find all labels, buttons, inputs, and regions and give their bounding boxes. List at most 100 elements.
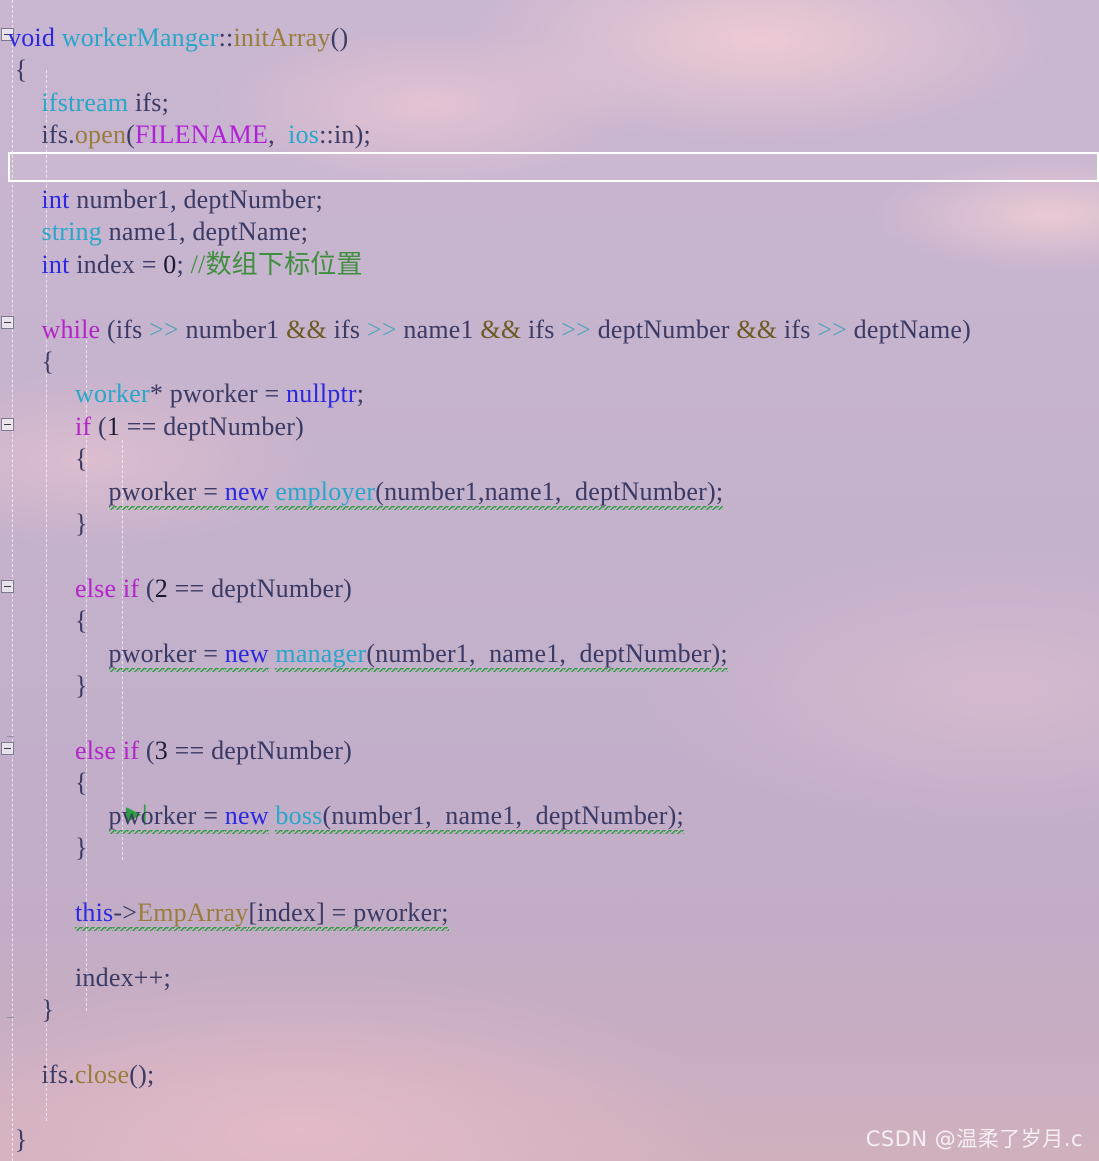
code-line[interactable]	[8, 700, 1099, 736]
code-token: 0	[163, 249, 177, 279]
code-token: {	[8, 444, 88, 474]
code-line[interactable]	[8, 1024, 1099, 1060]
code-token: //数组下标位置	[190, 249, 363, 279]
code-line[interactable]: else if (2 == deptNumber)	[8, 571, 1099, 607]
code-token: in	[333, 120, 355, 150]
code-token: string	[41, 217, 102, 247]
code-line[interactable]: ifs.open(FILENAME, ios::in);	[8, 117, 1099, 153]
code-line[interactable]: int number1, deptNumber;	[8, 182, 1099, 218]
code-token: ios	[288, 120, 320, 150]
code-token: ;	[356, 379, 365, 409]
code-line[interactable]: pworker = new boss(number1, name1, deptN…	[8, 798, 1099, 835]
code-token: number1, deptNumber;	[69, 185, 323, 214]
code-line[interactable]: {	[8, 603, 1099, 639]
code-token: deptNumber	[591, 314, 737, 344]
code-line[interactable]: else if (3 == deptNumber)	[8, 733, 1099, 769]
code-token: }	[8, 671, 88, 700]
code-line[interactable]: worker* pworker = nullptr;	[8, 376, 1099, 412]
code-line[interactable]	[8, 279, 1099, 315]
code-line[interactable]: {	[8, 52, 1099, 88]
code-token: >>	[149, 314, 179, 344]
code-line[interactable]: this->EmpArray[index] = pworker;	[8, 895, 1099, 932]
code-line[interactable]: while (ifs >> number1 && ifs >> name1 &&…	[8, 312, 1099, 348]
code-token: ifstream	[41, 87, 129, 117]
code-line[interactable]: int index = 0; //数组下标位置	[8, 247, 1099, 283]
code-line[interactable]: string name1, deptName;	[8, 214, 1099, 250]
code-token: worker	[75, 379, 150, 409]
code-line[interactable]: index++;	[8, 960, 1099, 996]
code-token: name1, deptName;	[101, 217, 309, 247]
code-line[interactable]: }	[8, 830, 1099, 866]
code-line[interactable]: {	[8, 344, 1099, 380]
code-token: );	[354, 120, 371, 150]
code-token: int	[41, 249, 70, 279]
code-line[interactable]: ifstream ifs;	[8, 85, 1099, 121]
code-token: void	[8, 23, 62, 52]
code-token: nullptr	[286, 379, 357, 409]
code-token: (	[126, 120, 136, 150]
code-token: >>	[366, 314, 397, 344]
code-token: deptName)	[846, 314, 971, 344]
code-token: ifs	[326, 314, 367, 344]
code-token: index =	[69, 249, 164, 279]
code-token: workerManger	[61, 23, 219, 52]
code-line[interactable]: {	[8, 765, 1099, 801]
code-token: number1	[178, 314, 287, 344]
code-token: (	[91, 411, 107, 441]
code-line[interactable]: pworker = new employer(number1,name1, de…	[8, 474, 1099, 511]
code-editor[interactable]: ▶| void workerManger::initArray() { ifst…	[0, 0, 1099, 1161]
code-token: ::	[218, 23, 234, 52]
code-line[interactable]	[8, 538, 1099, 574]
code-token: {	[8, 606, 88, 636]
code-line[interactable]: if (1 == deptNumber)	[8, 409, 1099, 445]
code-token: while	[41, 314, 101, 344]
code-line[interactable]	[8, 862, 1099, 898]
code-token: 1	[106, 411, 121, 441]
code-token: ::	[319, 120, 334, 150]
code-token: (ifs	[100, 314, 150, 344]
code-line[interactable]	[8, 150, 1099, 186]
code-token: &&	[480, 314, 522, 344]
code-line[interactable]: }	[8, 992, 1099, 1028]
code-line[interactable]: ifs.close();	[8, 1057, 1099, 1093]
code-line[interactable]: pworker = new manager(number1, name1, de…	[8, 636, 1099, 673]
code-token: >>	[561, 314, 591, 344]
code-token: 2	[154, 573, 168, 603]
code-token: }	[8, 833, 88, 862]
code-line[interactable]: {	[8, 441, 1099, 477]
code-token: &&	[736, 314, 778, 344]
code-token: else if	[75, 735, 140, 765]
code-token: == deptNumber)	[120, 411, 305, 441]
code-line[interactable]: }	[8, 668, 1099, 704]
code-line[interactable]: }	[8, 506, 1099, 542]
code-token: ifs	[777, 314, 818, 344]
code-token: }	[8, 995, 55, 1024]
code-token: ()	[330, 23, 349, 52]
code-line[interactable]	[8, 927, 1099, 963]
code-token: int	[41, 185, 70, 214]
code-token: ifs;	[128, 87, 170, 117]
code-line[interactable]: void workerManger::initArray()	[8, 20, 1099, 56]
code-token: {	[8, 347, 55, 376]
watermark: CSDN @温柔了岁月.c	[865, 1127, 1083, 1151]
code-token: {	[8, 768, 88, 798]
code-token: >>	[817, 314, 847, 344]
code-token: (	[139, 573, 155, 603]
code-token: close	[74, 1059, 130, 1089]
code-token: name1	[396, 314, 481, 344]
code-token: else if	[75, 573, 140, 603]
code-line[interactable]	[8, 1089, 1099, 1125]
